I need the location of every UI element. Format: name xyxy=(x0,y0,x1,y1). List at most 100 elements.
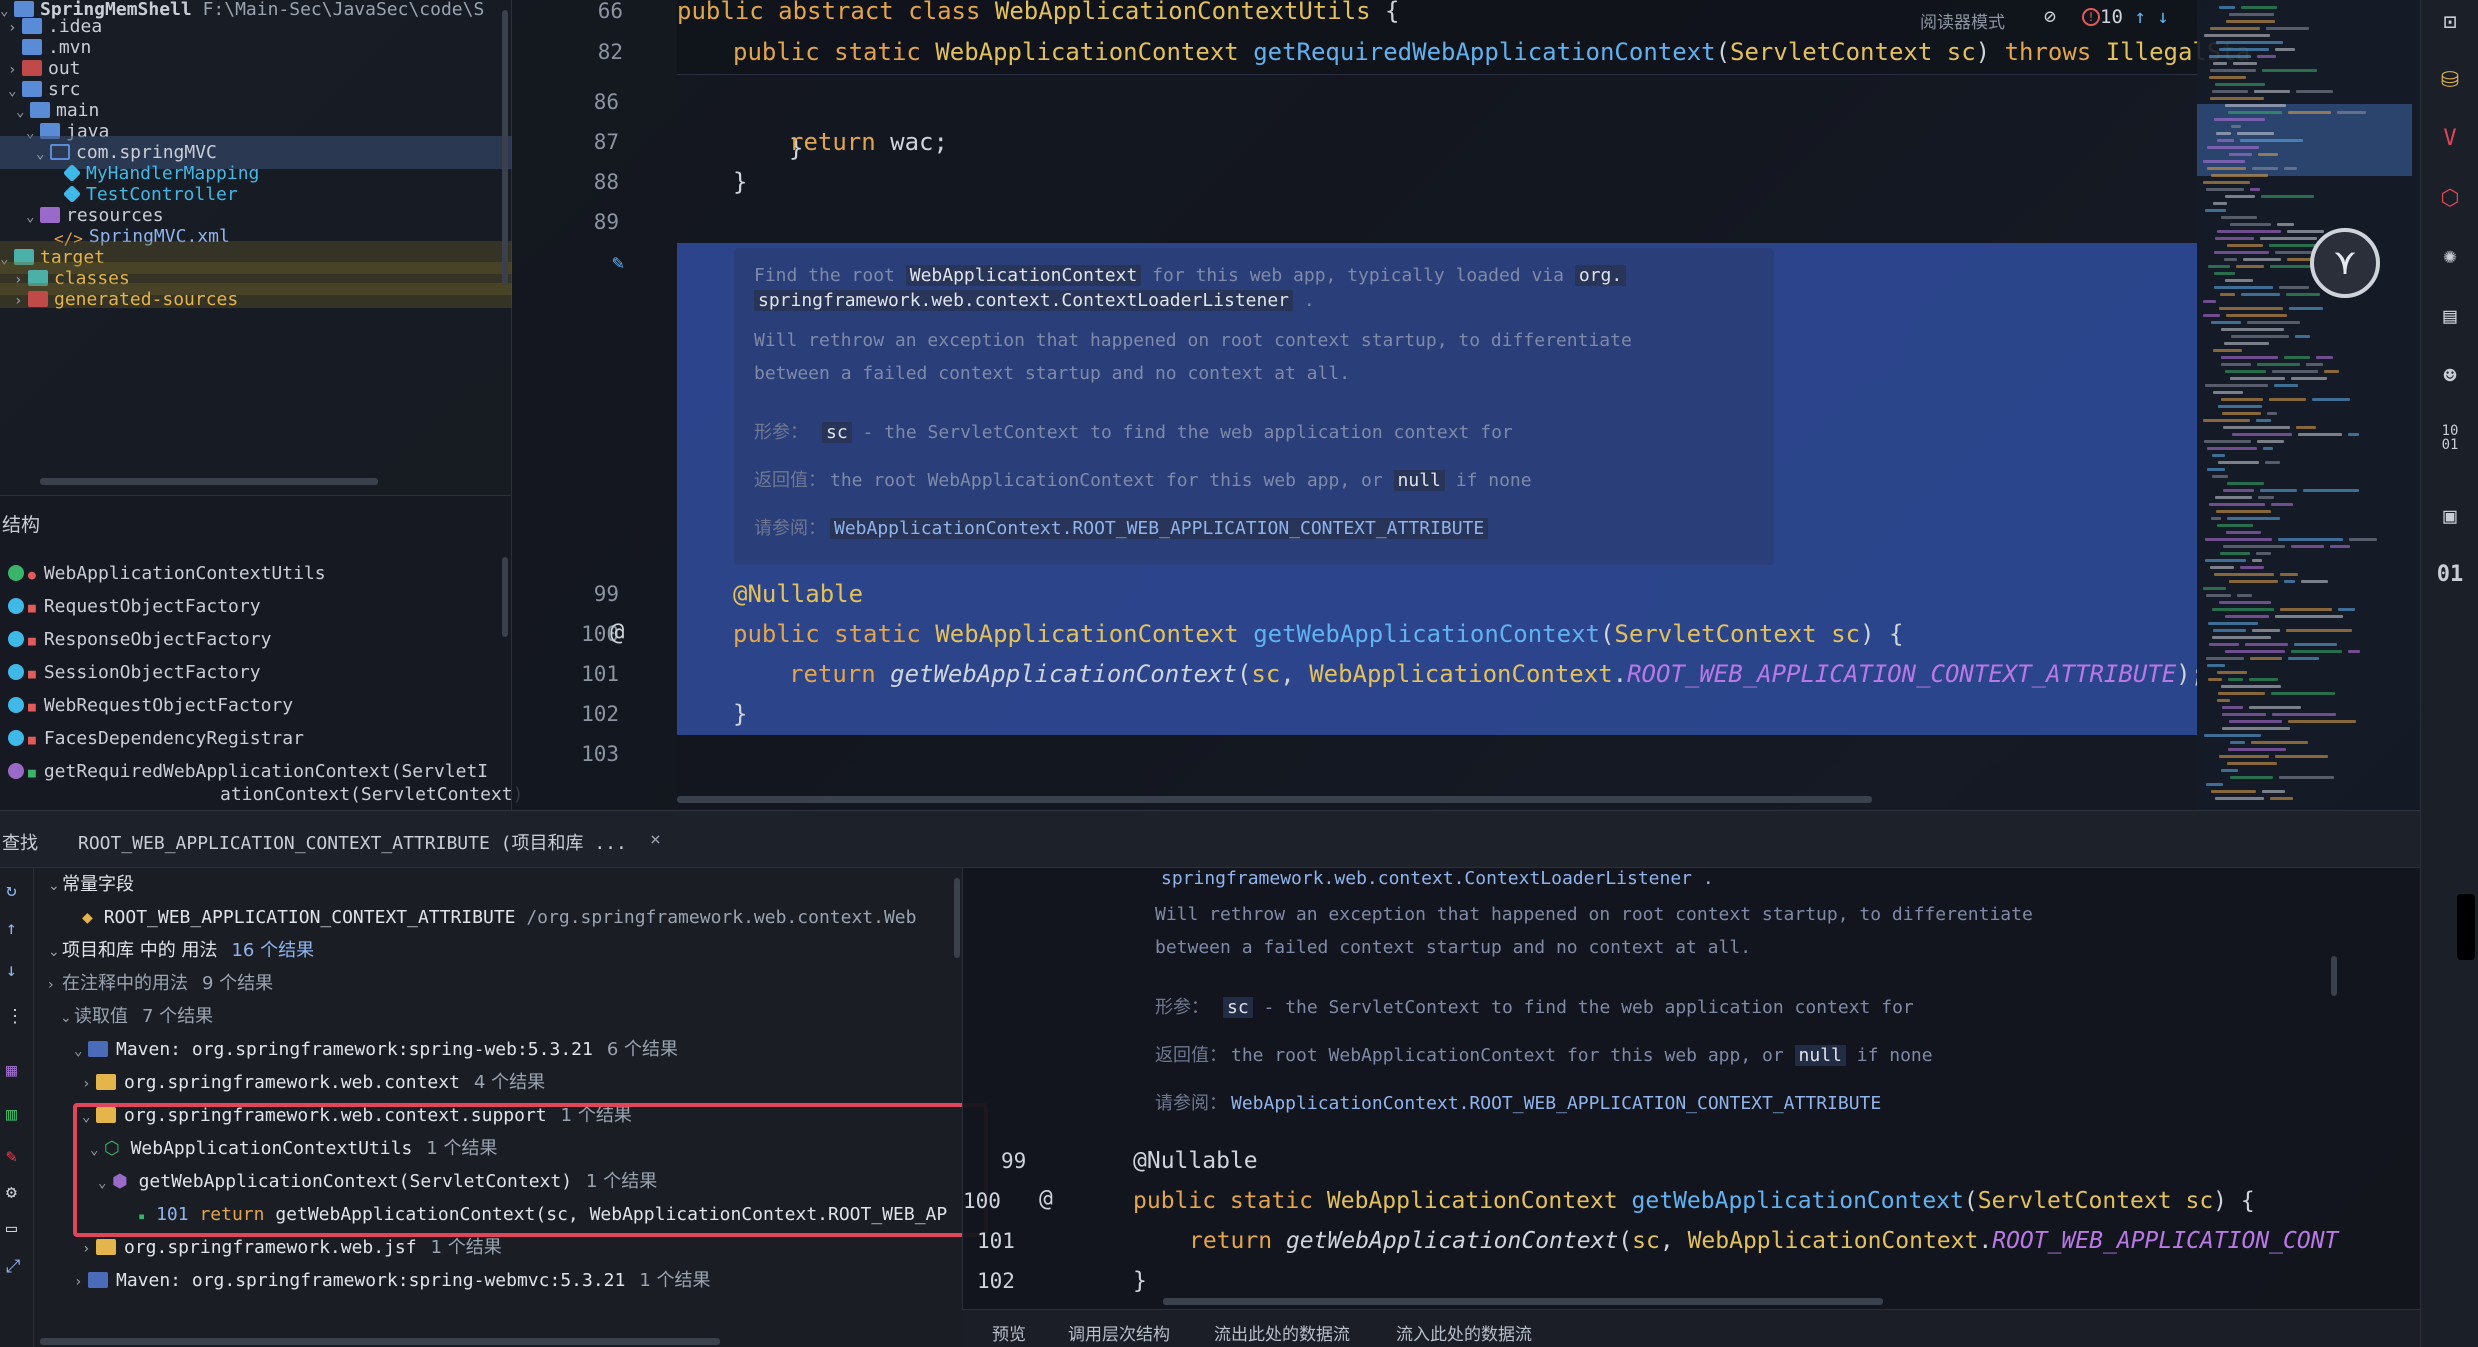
minimap-line xyxy=(2338,608,2355,611)
notifications-icon[interactable]: ⊡ xyxy=(2435,8,2465,38)
maven-icon[interactable]: ⬡ xyxy=(2435,184,2465,214)
arrow-down-icon[interactable]: ↓ xyxy=(6,960,17,981)
close-tab-icon[interactable]: × xyxy=(650,829,661,850)
structure-item[interactable]: ■ ResponseObjectFactory xyxy=(8,623,271,656)
plugin-logo-icon[interactable]: ⋎ xyxy=(2310,228,2380,298)
minimap-line xyxy=(2213,202,2227,205)
error-icon: ! xyxy=(2082,8,2100,26)
usage-preview-editor[interactable]: springframework.web.context.ContextLoade… xyxy=(962,868,2420,1309)
code-line-102: } xyxy=(733,700,748,728)
class-icon xyxy=(8,664,24,680)
class-icon xyxy=(8,565,24,581)
code-editor[interactable]: } return wac; } Find the root WebApplica… xyxy=(677,0,2197,810)
copilot-icon[interactable]: ☻ xyxy=(2435,362,2465,392)
minimap-line xyxy=(2212,454,2225,457)
preview-hscrollbar[interactable] xyxy=(1163,1298,1883,1305)
code-minimap[interactable] xyxy=(2197,0,2420,810)
minimap-line xyxy=(2294,643,2337,646)
minimap-line xyxy=(2291,377,2327,380)
structure-item[interactable]: ■ getRequiredWebApplicationContext(Servle… xyxy=(8,755,488,788)
expand-icon[interactable]: ⤢ xyxy=(6,1256,20,1277)
tab-preview[interactable]: 预览 xyxy=(992,1320,1026,1345)
minimap-line xyxy=(2271,503,2293,506)
minimap-line xyxy=(2215,496,2252,499)
structure-item[interactable]: ■ WebRequestObjectFactory xyxy=(8,689,293,722)
structure-item[interactable]: ■ RequestObjectFactory xyxy=(8,590,261,623)
minimap-line xyxy=(2208,265,2230,268)
tab-dataflow-from[interactable]: 流出此处的数据流 xyxy=(1214,1320,1350,1345)
refresh-icon[interactable]: ↻ xyxy=(6,880,17,901)
find-scrollbar[interactable] xyxy=(954,878,960,958)
minimap-line xyxy=(2230,741,2245,744)
structure-item[interactable]: ● WebApplicationContextUtils xyxy=(8,557,326,590)
group-icon[interactable]: ▦ xyxy=(6,1060,17,1081)
class-icon xyxy=(8,631,24,647)
target-field-row[interactable]: ◆ ROOT_WEB_APPLICATION_CONTEXT_ATTRIBUTE… xyxy=(82,901,916,934)
project-hscrollbar[interactable] xyxy=(40,478,378,485)
tree-item-generated-sources[interactable]: › generated-sources xyxy=(0,283,512,310)
minimap-line xyxy=(2227,244,2263,247)
document-icon[interactable]: ▤ xyxy=(2435,302,2465,332)
bytecode-icon[interactable]: 01 xyxy=(2435,560,2465,590)
minimap-line xyxy=(2214,286,2273,289)
minimap-line xyxy=(2296,426,2316,429)
warnings-indicator[interactable]: ! 10 ↑ ↓ xyxy=(2082,6,2169,28)
arrow-up-icon[interactable]: ↑ xyxy=(6,918,17,939)
minimap-line xyxy=(2205,559,2246,562)
override-at-icon[interactable]: @ xyxy=(1039,1186,1053,1212)
tab-call-hierarchy[interactable]: 调用层次结构 xyxy=(1068,1320,1170,1345)
group-read-value[interactable]: ⌄ 读取值 7 个结果 xyxy=(60,1000,213,1033)
ai-assistant-icon[interactable]: ✺ xyxy=(2435,242,2465,272)
line-number: 89 xyxy=(593,210,619,234)
minimap-line xyxy=(2275,615,2343,618)
package-web-context-row[interactable]: › org.springframework.web.context 4 个结果 xyxy=(82,1066,545,1099)
group-project-usages[interactable]: ⌄ 项目和库 中的 用法 16 个结果 xyxy=(48,934,314,967)
line-number: 66 xyxy=(597,0,623,23)
editor-hscrollbar[interactable] xyxy=(677,796,1872,803)
override-at-icon[interactable]: @ xyxy=(610,618,624,646)
find-tab-label[interactable]: 查找 xyxy=(2,829,38,855)
preview-scrollbar[interactable] xyxy=(2331,956,2337,996)
settings-icon[interactable]: ⚙ xyxy=(6,1182,17,1203)
line-number: 102 xyxy=(581,702,619,726)
arrow-down-icon[interactable]: ↓ xyxy=(2157,6,2168,28)
binary-icon[interactable]: 10 01 xyxy=(2435,424,2465,454)
minimap-line xyxy=(2207,664,2225,667)
eye-slash-icon[interactable]: ⊘ xyxy=(2044,4,2056,28)
minimap-line xyxy=(2211,321,2241,324)
highlight-annotation-box xyxy=(73,1103,988,1237)
maven-spring-web-row[interactable]: ⌄ Maven: org.springframework:spring-web:5… xyxy=(74,1033,678,1066)
filter-icon[interactable]: ▭ xyxy=(6,1218,17,1239)
translate-icon[interactable]: ▣ xyxy=(2435,502,2465,532)
minimap-line xyxy=(2288,657,2319,660)
structure-item[interactable]: ationContext(ServletContext) xyxy=(220,785,523,805)
group-constant-field[interactable]: ⌄ 常量字段 xyxy=(48,868,134,901)
minimap-line xyxy=(2229,153,2252,156)
pin-icon[interactable]: ✎ xyxy=(6,1146,17,1167)
maven-spring-webmvc-row[interactable]: › Maven: org.springframework:spring-webmv… xyxy=(74,1264,711,1297)
find-query-tab[interactable]: ROOT_WEB_APPLICATION_CONTEXT_ATTRIBUTE (… xyxy=(78,829,627,855)
structure-item[interactable]: ■ FacesDependencyRegistrar xyxy=(8,722,304,755)
minimap-line xyxy=(2204,34,2270,37)
edit-pencil-icon[interactable]: ✎ xyxy=(612,250,624,274)
find-hscrollbar[interactable] xyxy=(40,1338,720,1345)
module-icon[interactable]: ▥ xyxy=(6,1104,17,1125)
minimap-line xyxy=(2221,769,2238,772)
reader-mode-button[interactable]: 阅读器模式 xyxy=(1920,8,2005,33)
vim-icon[interactable]: V xyxy=(2435,124,2465,154)
database-icon[interactable]: ⛁ xyxy=(2435,66,2465,96)
structure-item[interactable]: ■ SessionObjectFactory xyxy=(8,656,261,689)
minimap-line xyxy=(2262,69,2317,72)
arrow-up-icon[interactable]: ↑ xyxy=(2134,6,2145,28)
minimap-line xyxy=(2258,496,2274,499)
structure-scrollbar[interactable] xyxy=(502,557,508,637)
tab-dataflow-to[interactable]: 流入此处的数据流 xyxy=(1396,1320,1532,1345)
doc-see-link[interactable]: WebApplicationContext.ROOT_WEB_APPLICATI… xyxy=(830,518,1489,539)
minimap-line xyxy=(2240,139,2303,142)
project-scrollbar[interactable] xyxy=(502,10,508,285)
minimap-line xyxy=(2208,622,2258,625)
group-comment-usages[interactable]: › 在注释中的用法 9 个结果 xyxy=(48,967,273,1000)
side-handle[interactable] xyxy=(2457,894,2475,960)
minimap-line xyxy=(2216,41,2283,44)
more-icon[interactable]: ⋮ xyxy=(6,1006,24,1027)
